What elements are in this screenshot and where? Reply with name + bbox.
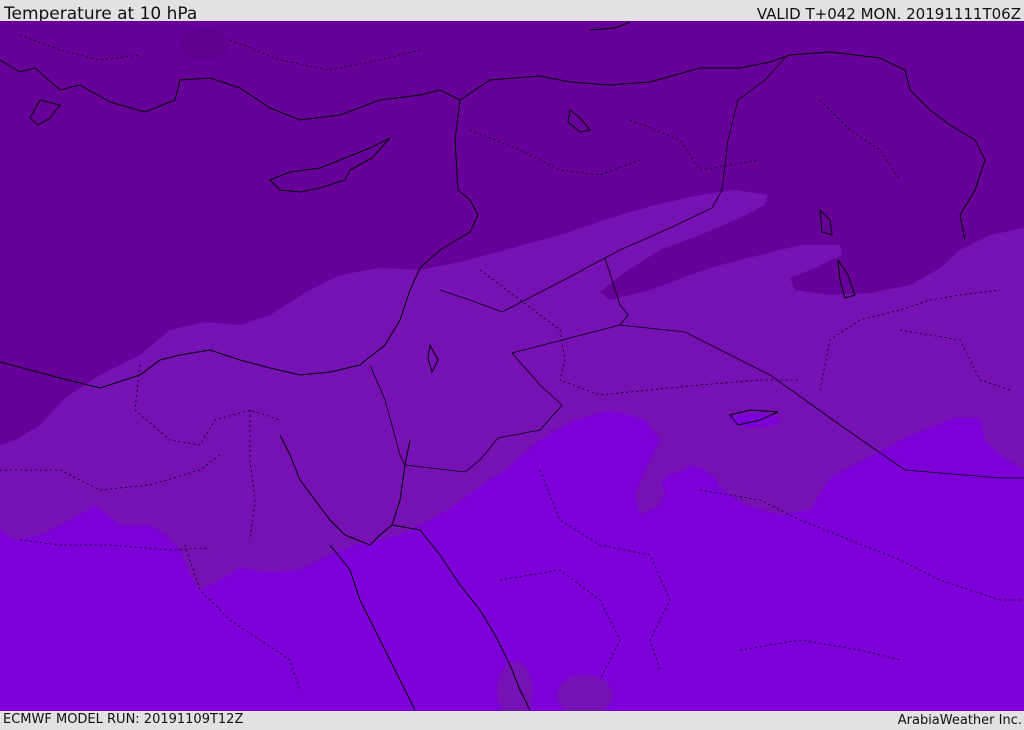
weather-map[interactable] — [0, 21, 1024, 711]
header-bar: Temperature at 10 hPa VALID T+042 MON. 2… — [0, 0, 1024, 24]
map-canvas — [0, 21, 1024, 711]
model-run: ECMWF MODEL RUN: 20191109T12Z — [3, 712, 244, 727]
temperature-patch — [662, 470, 718, 500]
credit-text: ArabiaWeather Inc. — [897, 713, 1022, 728]
footer-bar: ECMWF MODEL RUN: 20191109T12Z ArabiaWeat… — [0, 711, 1024, 729]
temperature-patch — [180, 28, 230, 60]
